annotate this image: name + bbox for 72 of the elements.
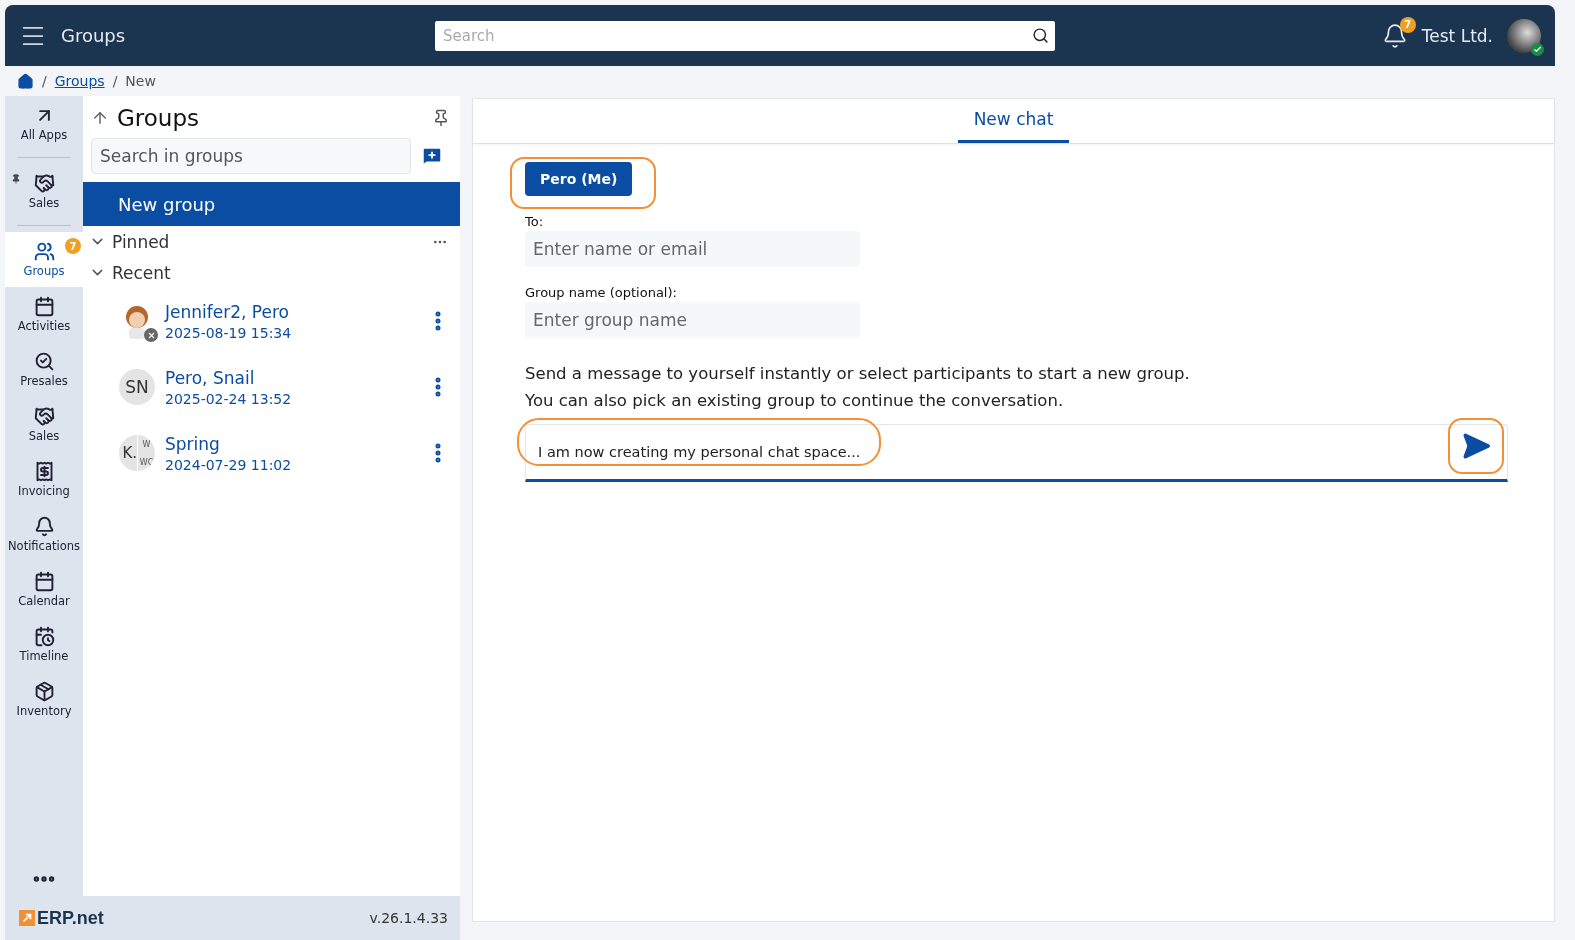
breadcrumb-separator: / <box>112 73 118 89</box>
home-icon[interactable] <box>17 72 34 90</box>
input-field[interactable]: Enter name or email <box>525 231 860 267</box>
rail-item[interactable]: Sales <box>5 164 83 219</box>
group-time: 2025-02-24 13:52 <box>165 390 293 407</box>
rail-label: Groups <box>23 264 65 278</box>
tab[interactable]: New chat <box>957 99 1070 143</box>
version-text: v.26.1.4.33 <box>369 910 448 926</box>
rail-label: Notifications <box>8 539 80 553</box>
search-icon[interactable] <box>1032 27 1049 44</box>
search-bar[interactable]: Search <box>435 20 1055 51</box>
message-field[interactable]: I am now creating my personal chat space... <box>525 424 1508 482</box>
group-time: 2025-08-19 15:34 <box>165 324 293 341</box>
calendar-person-icon <box>33 626 55 647</box>
rail-item[interactable]: Timeline <box>5 617 83 672</box>
breadcrumb-separator: / <box>42 73 47 89</box>
rail-item[interactable]: Groups 7 <box>5 232 83 287</box>
logo-icon <box>19 910 35 926</box>
dollar-search-icon <box>33 351 55 372</box>
participant-chip[interactable]: Pero (Me) <box>525 162 633 196</box>
calendar-icon <box>33 571 55 592</box>
rail-item[interactable]: Presales <box>5 342 83 397</box>
field-label: Group name (optional): <box>525 285 677 300</box>
close-badge-icon <box>144 328 158 342</box>
rail-item[interactable]: Sales <box>5 397 83 452</box>
add-chat-icon[interactable] <box>421 145 443 167</box>
pin-icon[interactable] <box>432 109 450 127</box>
rail-label: Invoicing <box>18 484 70 498</box>
field-label: To: <box>525 214 544 229</box>
hint-text: Send a message to yourself instantly or select participants to start a new group. <box>525 363 1190 385</box>
section-label[interactable]: Pinned <box>112 231 426 252</box>
avatar: SN <box>119 369 155 405</box>
section-label[interactable]: Recent <box>112 262 448 283</box>
bell-icon <box>33 516 55 537</box>
group-name: Spring <box>165 433 221 454</box>
logo: ERP.net <box>37 907 104 929</box>
rail-label: Activities <box>17 319 71 333</box>
rail-item[interactable]: Calendar <box>5 562 83 617</box>
search-field[interactable]: Search in groups <box>91 138 411 174</box>
online-status-icon <box>1531 42 1544 56</box>
rail-label: Timeline <box>19 649 69 663</box>
rail-item[interactable]: All Apps <box>5 96 83 151</box>
handshake-icon <box>33 173 55 194</box>
user-avatar[interactable] <box>1507 18 1541 53</box>
company-name[interactable]: Test Ltd. <box>1421 25 1493 46</box>
new-group-item[interactable]: New group <box>83 182 460 226</box>
rail-label: All Apps <box>20 128 68 142</box>
rail-label: Inventory <box>16 704 72 718</box>
notification-badge: 7 <box>1399 16 1416 33</box>
rail-item[interactable]: Inventory <box>5 672 83 727</box>
hint-text: You can also pick an existing group to continue the conversation. <box>525 390 1065 412</box>
panel-title: Groups <box>117 105 200 131</box>
people-icon <box>33 241 55 262</box>
box-icon <box>33 681 55 702</box>
calendar-icon <box>33 296 55 317</box>
rail-label: Sales <box>28 196 60 210</box>
count-badge: 7 <box>65 238 81 254</box>
group-item[interactable]: Jennifer2, Pero 2025-08-19 15:34 <box>83 288 460 354</box>
breadcrumb-current: New <box>125 73 156 89</box>
rail-label: Presales <box>20 374 68 388</box>
input-field[interactable]: Enter group name <box>525 302 860 338</box>
group-name: Jennifer2, Pero <box>165 301 290 322</box>
breadcrumb-link[interactable]: Groups <box>54 73 105 89</box>
rail-item[interactable]: Notifications <box>5 507 83 562</box>
rail-item[interactable]: Activities <box>5 287 83 342</box>
handshake-icon <box>33 406 55 427</box>
rail-label: Sales <box>28 429 60 443</box>
rail-item[interactable]: Invoicing <box>5 452 83 507</box>
group-time: 2024-07-29 11:02 <box>165 456 293 473</box>
rail-label: Calendar <box>18 594 70 608</box>
group-name: Pero, Snail <box>165 367 256 388</box>
app-title: Groups <box>61 25 127 46</box>
